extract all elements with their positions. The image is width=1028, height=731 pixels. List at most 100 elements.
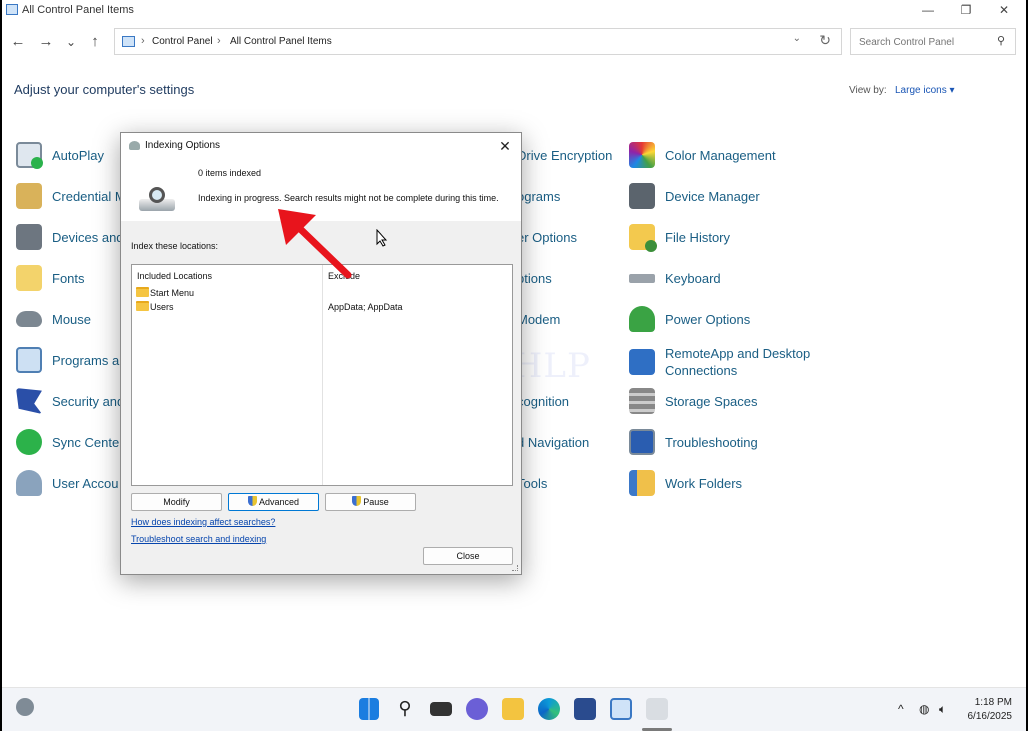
system-clock[interactable]: 1:18 PM 6/16/2025 — [968, 696, 1013, 724]
locations-list[interactable]: Included Locations Exclude Start Menu Us… — [131, 264, 513, 486]
flag-icon — [16, 388, 42, 414]
mouse-cursor-icon — [376, 229, 388, 247]
resize-grip[interactable] — [512, 565, 518, 571]
chevron-down-icon[interactable]: ⌄ — [793, 33, 801, 44]
item-devices-printers[interactable]: Devices and — [16, 222, 124, 252]
item-mouse[interactable]: Mouse — [16, 304, 91, 334]
start-icon[interactable] — [359, 698, 379, 720]
clock-date: 6/16/2025 — [967, 711, 1013, 722]
close-window-button[interactable]: ✕ — [984, 1, 1024, 19]
indexing-options-icon[interactable] — [646, 698, 668, 720]
view-by-dropdown[interactable]: Large icons ▾ — [895, 85, 955, 96]
item-autoplay[interactable]: AutoPlay — [16, 140, 104, 170]
pause-button[interactable]: Pause — [325, 493, 416, 511]
folder-icon — [136, 287, 149, 297]
chat-icon[interactable] — [466, 698, 488, 720]
breadcrumb-all-items[interactable]: All Control Panel Items — [230, 36, 332, 47]
item-remoteapp[interactable]: RemoteApp and Desktop Connections — [629, 345, 825, 379]
fonts-icon — [16, 265, 42, 291]
item-security-maintenance[interactable]: Security and — [16, 386, 124, 416]
network-icon[interactable]: ◍ — [919, 702, 929, 716]
close-icon[interactable]: ✕ — [495, 136, 515, 156]
recent-locations-chevron-icon[interactable]: ⌄ — [61, 32, 81, 52]
location-users[interactable]: Users — [150, 302, 174, 312]
column-header-included[interactable]: Included Locations — [137, 271, 212, 281]
items-indexed-count: 0 items indexed — [198, 168, 262, 178]
vault-icon — [16, 183, 42, 209]
item-troubleshooting[interactable]: Troubleshooting — [629, 427, 758, 457]
work-folders-icon — [629, 470, 655, 496]
clock-time: 1:18 PM — [974, 697, 1012, 708]
item-explorer-options[interactable]: er Options — [517, 222, 577, 252]
file-history-icon — [629, 224, 657, 252]
mouse-icon — [16, 311, 42, 327]
item-phone-modem[interactable]: Modem — [517, 304, 560, 334]
modify-button[interactable]: Modify — [131, 493, 222, 511]
item-user-accounts[interactable]: User Accou — [16, 468, 118, 498]
item-power-options[interactable]: Power Options — [629, 304, 750, 334]
item-drive-encryption[interactable]: Drive Encryption — [517, 140, 612, 170]
control-panel-icon — [6, 4, 18, 15]
folder-icon — [136, 301, 149, 311]
red-arrow-annotation — [278, 209, 352, 279]
refresh-icon[interactable]: ↻ — [819, 32, 831, 49]
item-speech-recognition[interactable]: cognition — [517, 386, 569, 416]
item-fonts[interactable]: Fonts — [16, 263, 85, 293]
item-work-folders[interactable]: Work Folders — [629, 468, 742, 498]
item-programs-features[interactable]: Programs ar — [16, 345, 124, 375]
troubleshoot-icon — [629, 429, 655, 455]
forward-arrow-icon[interactable]: → — [36, 32, 56, 52]
device-manager-icon — [629, 183, 655, 209]
search-icon[interactable]: ⚲ — [997, 34, 1005, 47]
search-box[interactable]: ⚲ — [850, 28, 1016, 55]
back-arrow-icon[interactable]: ← — [8, 32, 28, 52]
search-icon[interactable]: ⚲ — [394, 698, 416, 720]
minimize-button[interactable]: — — [908, 1, 948, 19]
indexing-help-link[interactable]: How does indexing affect searches? — [131, 517, 275, 527]
location-users-exclude: AppData; AppData — [328, 302, 403, 312]
power-icon — [629, 306, 655, 332]
volume-icon[interactable]: 🔈︎ — [939, 702, 946, 717]
programs-icon — [16, 347, 42, 373]
window-titlebar: All Control Panel Items — ❐ ✕ — [2, 0, 1026, 20]
item-storage-spaces[interactable]: Storage Spaces — [629, 386, 758, 416]
sync-icon — [16, 429, 42, 455]
store-icon[interactable] — [574, 698, 596, 720]
item-internet-options[interactable]: ptions — [517, 263, 552, 293]
breadcrumb-control-panel[interactable]: Control Panel — [152, 36, 213, 47]
address-bar[interactable]: › Control Panel › All Control Panel Item… — [114, 28, 842, 55]
autoplay-icon — [16, 142, 43, 169]
magnifier-drive-icon — [139, 187, 177, 213]
close-button[interactable]: Close — [423, 547, 513, 565]
tray-overflow-chevron-icon[interactable]: ^ — [898, 702, 904, 716]
advanced-button[interactable]: Advanced — [228, 493, 319, 511]
view-by-label: View by: — [849, 85, 887, 96]
uac-shield-icon — [247, 496, 257, 506]
task-view-icon[interactable] — [430, 702, 452, 716]
maximize-button[interactable]: ❐ — [946, 1, 986, 19]
file-explorer-icon[interactable] — [502, 698, 524, 720]
item-file-history[interactable]: File History — [629, 222, 730, 252]
edge-icon[interactable] — [538, 698, 560, 720]
up-arrow-icon[interactable]: ↑ — [85, 32, 105, 52]
troubleshoot-link[interactable]: Troubleshoot search and indexing — [131, 534, 266, 544]
item-keyboard[interactable]: Keyboard — [629, 263, 721, 293]
window-title: All Control Panel Items — [22, 4, 134, 16]
keyboard-icon — [629, 273, 655, 283]
item-default-programs[interactable]: ograms — [517, 181, 560, 211]
dialog-titlebar: Indexing Options ✕ — [121, 133, 521, 159]
item-sync-center[interactable]: Sync Center — [16, 427, 124, 457]
item-color-management[interactable]: Color Management — [629, 140, 776, 170]
storage-icon — [629, 388, 655, 414]
search-input[interactable] — [859, 34, 989, 50]
location-start-menu[interactable]: Start Menu — [150, 288, 194, 298]
item-device-manager[interactable]: Device Manager — [629, 181, 760, 211]
widgets-icon[interactable] — [16, 698, 34, 716]
item-credential-manager[interactable]: Credential M — [16, 181, 126, 211]
color-palette-icon — [629, 142, 655, 168]
item-taskbar-navigation[interactable]: d Navigation — [517, 427, 589, 457]
users-icon — [16, 470, 42, 496]
page-title: Adjust your computer's settings — [14, 82, 195, 97]
control-panel-icon[interactable] — [610, 698, 632, 720]
printer-icon — [16, 224, 42, 250]
